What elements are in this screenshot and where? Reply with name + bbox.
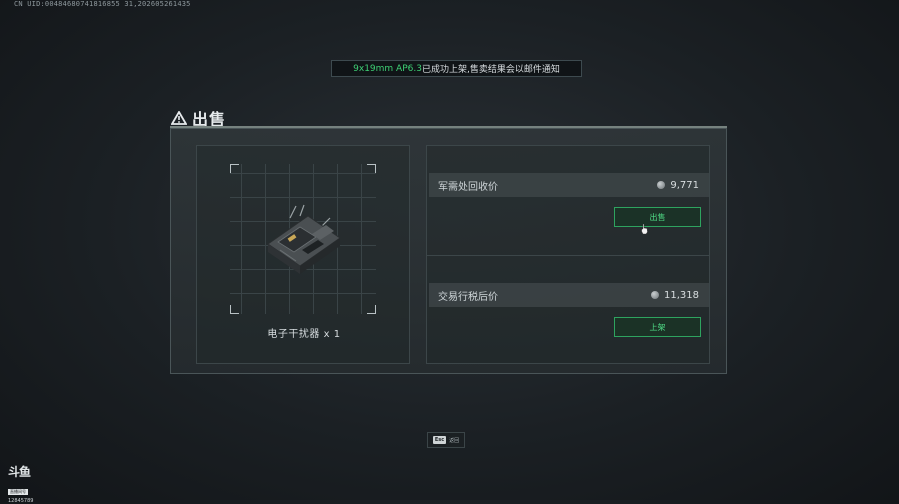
sell-button[interactable]: 出售 bbox=[614, 207, 701, 227]
back-button[interactable]: Esc 返回 bbox=[427, 432, 465, 448]
toast-item-name: 9x19mm AP6.3 bbox=[353, 63, 422, 74]
market-price-label: 交易行税后价 bbox=[438, 291, 498, 303]
recycle-price-row: 军需处回收价 9,771 bbox=[429, 173, 709, 197]
back-label: 返回 bbox=[449, 437, 460, 444]
watermark-tag: 直播间号 bbox=[8, 489, 28, 495]
coin-icon bbox=[657, 181, 666, 189]
market-price-value: 11,318 bbox=[664, 289, 699, 301]
frame-corner bbox=[367, 164, 376, 173]
recycle-price-value-wrap: 9,771 bbox=[657, 180, 699, 191]
toast-message: 已成功上架,售卖结果会以邮件通知 bbox=[421, 65, 560, 75]
watermark-logo: 斗鱼 bbox=[8, 465, 31, 479]
uid-text: CN UID:00484680741816855 31,202605261435 bbox=[14, 0, 191, 8]
market-price-value-wrap: 11,318 bbox=[651, 290, 699, 301]
frame-corner bbox=[230, 164, 239, 173]
esc-key-icon: Esc bbox=[432, 436, 447, 444]
item-frame bbox=[230, 164, 376, 314]
electronic-jammer-image bbox=[267, 204, 341, 274]
coin-icon bbox=[651, 291, 659, 299]
sell-dialog: 电子干扰器 x 1 军需处回收价 9,771 出售 交易行税后价 11,318 … bbox=[170, 128, 727, 374]
watermark-room-number: 12845789 bbox=[8, 498, 34, 504]
list-on-market-button[interactable]: 上架 bbox=[614, 317, 701, 337]
stream-watermark: 斗鱼 直播间号 12845789 bbox=[8, 466, 36, 504]
cursor-hand-icon bbox=[641, 224, 648, 234]
item-name: 电子干扰器 x 1 bbox=[267, 329, 341, 340]
recycle-price-value: 9,771 bbox=[670, 179, 699, 191]
market-price-row: 交易行税后价 11,318 bbox=[429, 283, 709, 307]
item-preview-box: 电子干扰器 x 1 bbox=[196, 145, 410, 364]
price-panel: 军需处回收价 9,771 出售 交易行税后价 11,318 上架 bbox=[426, 145, 710, 364]
warning-triangle-icon bbox=[171, 111, 187, 125]
recycle-price-label: 军需处回收价 bbox=[438, 181, 498, 193]
notification-toast: 9x19mm AP6.3 已成功上架,售卖结果会以邮件通知 bbox=[331, 60, 582, 77]
frame-corner bbox=[230, 305, 239, 314]
frame-corner bbox=[367, 305, 376, 314]
section-divider bbox=[427, 255, 709, 256]
